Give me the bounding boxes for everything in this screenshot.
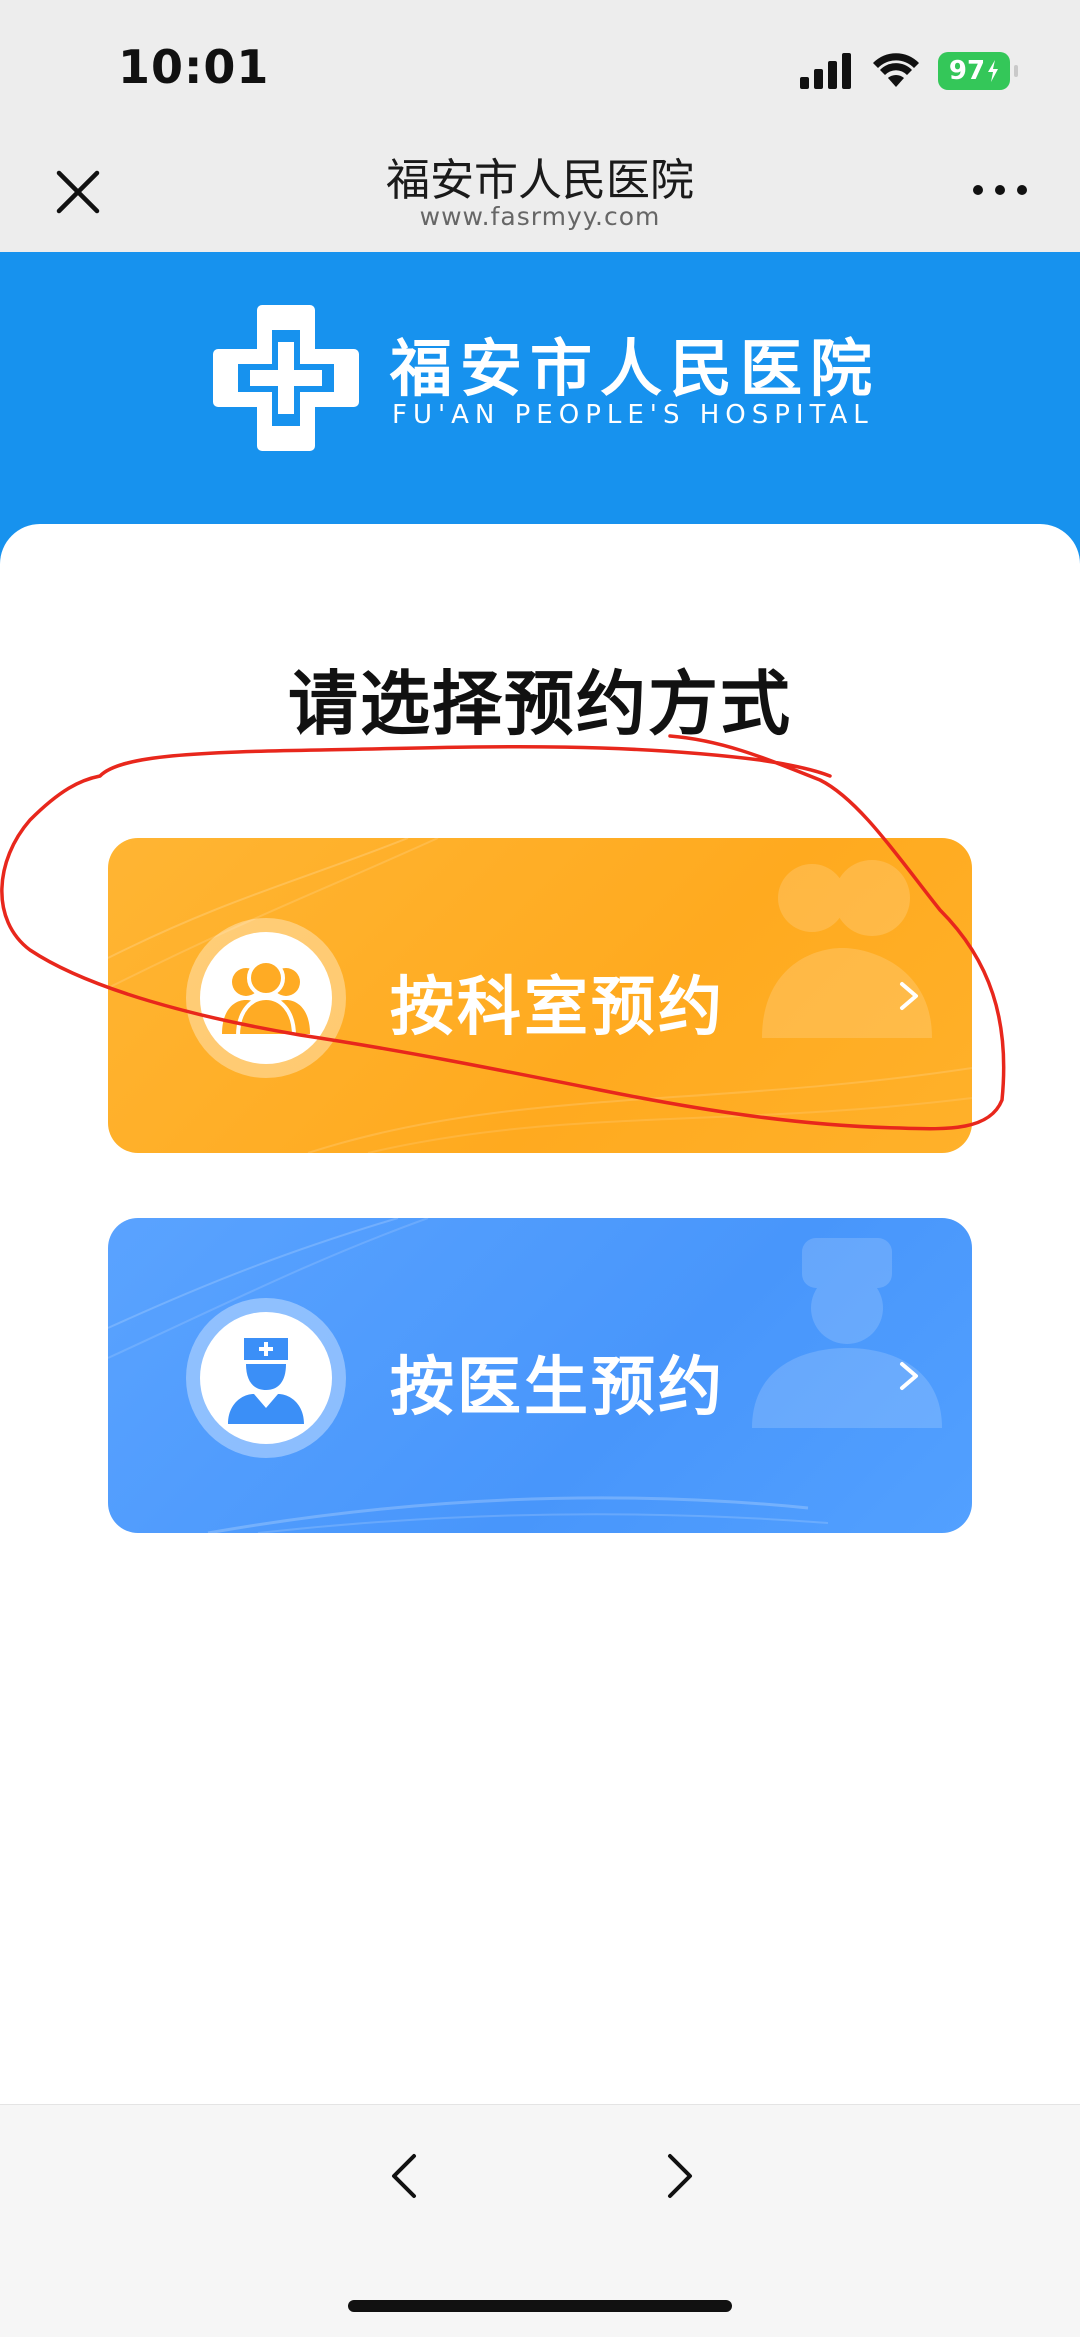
hospital-name: 福安市人民医院 (390, 332, 881, 405)
page-title: 请选择预约方式 (288, 663, 792, 745)
top-bar: 10:01 97 福安市人民医院 www.fasrmyy.com (0, 0, 1080, 252)
wifi-icon (873, 53, 919, 87)
chevron-right-icon (900, 982, 918, 1010)
nav-url: www.fasrmyy.com (419, 202, 661, 231)
battery-indicator: 97 (938, 52, 1018, 90)
group-icon (222, 959, 310, 1038)
status-time: 10:01 (118, 40, 270, 94)
forward-icon[interactable] (656, 2146, 704, 2206)
charging-bolt-icon (988, 60, 999, 82)
home-indicator[interactable] (348, 2300, 732, 2312)
signal-icon (800, 53, 851, 89)
book-by-doctor-label: 按医生预约 (390, 1351, 725, 1425)
doctor-icon (228, 1338, 304, 1424)
nav-title: 福安市人民医院 (386, 155, 694, 206)
more-icon (973, 185, 1027, 195)
department-icon-badge (186, 918, 346, 1078)
group-watermark-icon (762, 860, 932, 1038)
doctor-icon-badge (186, 1298, 346, 1458)
battery-level: 97 (948, 56, 986, 86)
page: 10:01 97 福安市人民医院 www.fasrmyy.com 福安市人民医院… (0, 0, 1080, 2337)
back-icon[interactable] (380, 2146, 428, 2206)
more-button[interactable] (960, 170, 1040, 210)
book-by-department-label: 按科室预约 (390, 971, 725, 1045)
doctor-watermark-icon (752, 1238, 942, 1428)
book-by-doctor-button[interactable]: 按医生预约 (108, 1218, 972, 1533)
hospital-cross-logo (213, 305, 359, 451)
chevron-right-icon (900, 1362, 918, 1390)
hospital-name-en: FU'AN PEOPLE'S HOSPITAL (392, 400, 874, 430)
status-icons: 97 (800, 52, 1018, 90)
book-by-department-button[interactable]: 按科室预约 (108, 838, 972, 1153)
